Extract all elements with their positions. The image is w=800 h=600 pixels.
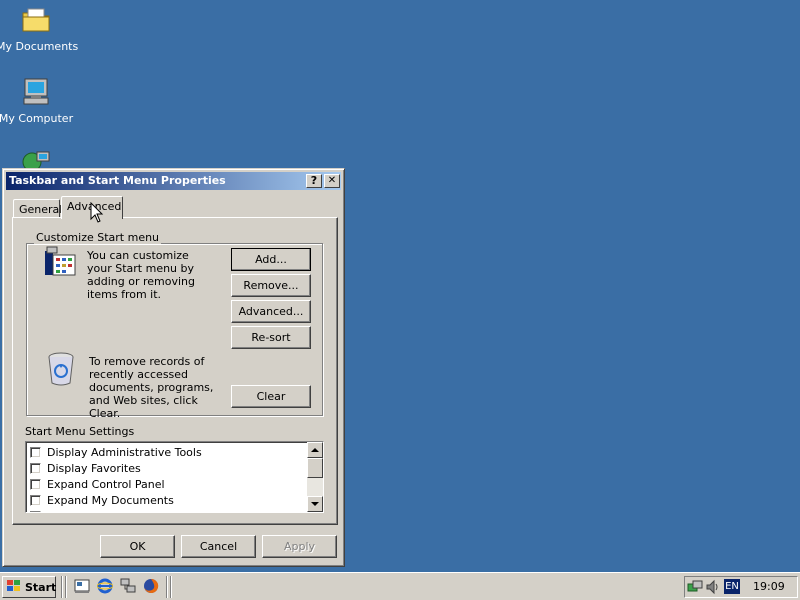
language-indicator[interactable]: EN [724, 579, 740, 594]
scroll-down-button[interactable] [307, 496, 323, 512]
customize-description: You can customize your Start menu by add… [87, 249, 195, 301]
scrollbar[interactable] [307, 442, 323, 512]
mouse-cursor-icon [90, 201, 104, 227]
advanced-button[interactable]: Advanced... [231, 300, 311, 323]
desktop-icon-my-computer[interactable]: My Computer [0, 76, 76, 125]
taskbar-separator [170, 576, 172, 598]
list-item[interactable]: Expand My Documents [30, 492, 174, 508]
volume-icon[interactable] [705, 579, 721, 598]
settings-label: Start Menu Settings [25, 425, 135, 438]
arrow-up-icon [311, 448, 319, 452]
remove-button[interactable]: Remove... [231, 274, 311, 297]
desktop-icon-label: My Computer [0, 112, 74, 125]
clear-description: To remove records of recently accessed d… [89, 355, 214, 420]
settings-list: Display Administrative Tools Display Fav… [25, 441, 324, 513]
ok-button[interactable]: OK [100, 535, 175, 558]
desktop-icon-label: My Documents [0, 40, 79, 53]
checkbox[interactable] [30, 494, 41, 506]
arrow-down-icon [311, 502, 319, 506]
checkbox[interactable] [30, 446, 41, 458]
add-button[interactable]: Add... [231, 248, 311, 271]
window-title: Taskbar and Start Menu Properties [9, 174, 226, 187]
computer-icon [20, 76, 52, 108]
list-item-label: Expand Control Panel [47, 477, 165, 491]
taskbar-separator [61, 576, 63, 598]
resort-button[interactable]: Re-sort [231, 326, 311, 349]
network-tray-icon[interactable] [687, 579, 703, 598]
start-button[interactable]: Start [2, 576, 56, 598]
cancel-button[interactable]: Cancel [181, 535, 256, 558]
list-item[interactable]: Display Favorites [30, 460, 141, 476]
list-item-partial[interactable] [30, 508, 47, 512]
system-tray: EN 19:09 [684, 576, 798, 598]
list-item[interactable]: Expand Control Panel [30, 476, 165, 492]
internet-explorer-icon[interactable] [96, 578, 114, 597]
group-label: Customize Start menu [34, 231, 162, 244]
close-button[interactable]: ✕ [324, 174, 340, 188]
help-button[interactable]: ? [306, 174, 322, 188]
taskbar-separator [65, 576, 67, 598]
show-desktop-icon[interactable] [74, 578, 90, 597]
folder-icon [20, 4, 52, 36]
tab-general[interactable]: General [13, 199, 63, 217]
desktop: { "desktop": { "icons": [ {"label": "My … [0, 0, 800, 600]
checkbox[interactable] [30, 510, 41, 512]
list-item[interactable]: Display Administrative Tools [30, 444, 202, 460]
checkbox[interactable] [30, 478, 41, 490]
start-label: Start [25, 580, 57, 594]
apply-button[interactable]: Apply [262, 535, 337, 558]
windows-logo-icon [6, 579, 22, 596]
taskbar: Start EN 19:09 [0, 572, 800, 600]
firefox-icon[interactable] [143, 578, 159, 597]
network-icon[interactable] [120, 578, 136, 597]
title-bar[interactable]: Taskbar and Start Menu Properties ? ✕ [6, 172, 341, 190]
list-item-label: Expand My Documents [47, 493, 174, 507]
taskbar-separator [166, 576, 168, 598]
list-item-label: Display Favorites [47, 461, 141, 475]
properties-window: Taskbar and Start Menu Properties ? ✕ Ge… [2, 168, 345, 567]
recycle-icon [45, 351, 77, 390]
scroll-up-button[interactable] [307, 442, 323, 458]
scroll-thumb[interactable] [307, 458, 323, 478]
clear-button[interactable]: Clear [231, 385, 311, 408]
clock[interactable]: 19:09 [753, 580, 785, 593]
tab-label: General [19, 203, 63, 216]
start-menu-icon [43, 245, 77, 282]
list-item-label: Display Administrative Tools [47, 445, 202, 459]
checkbox[interactable] [30, 462, 41, 474]
desktop-icon-my-documents[interactable]: My Documents [0, 4, 79, 53]
